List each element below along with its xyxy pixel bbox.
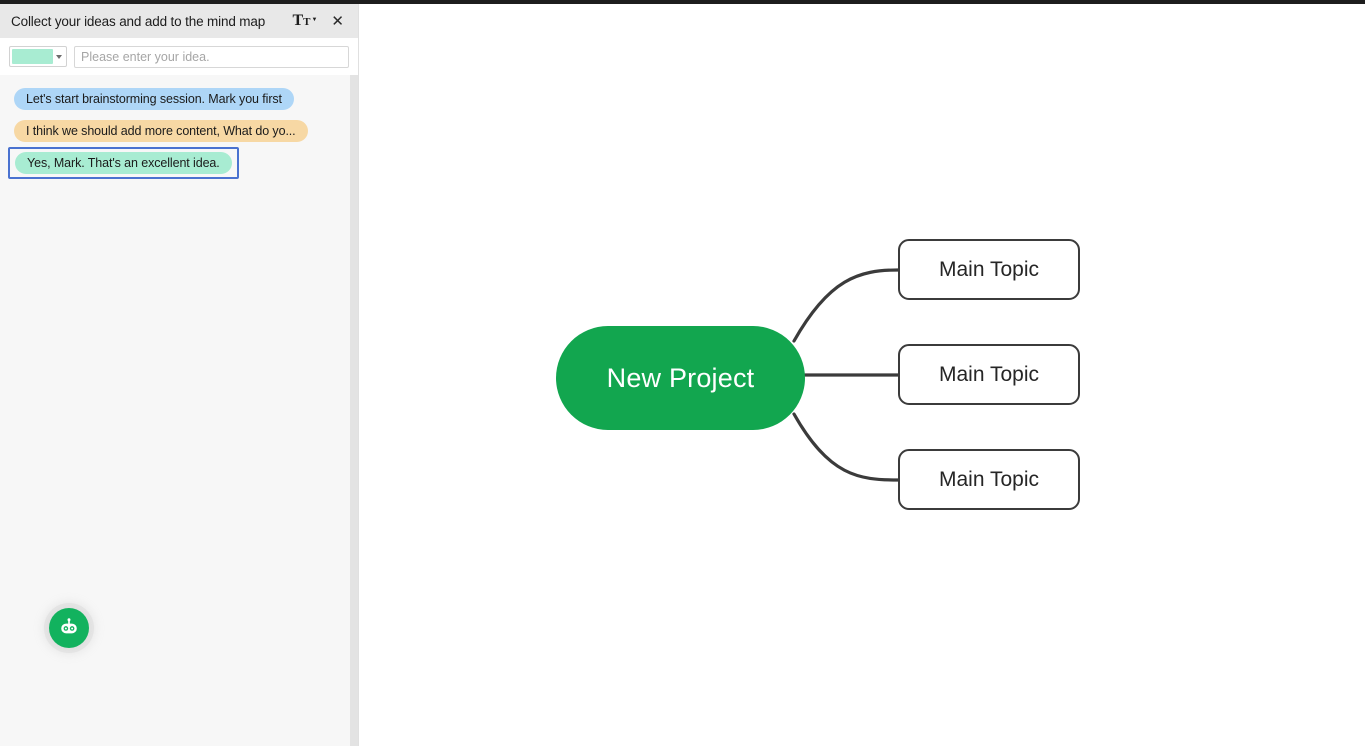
idea-list-item[interactable]: Let's start brainstorming session. Mark … bbox=[0, 83, 350, 115]
idea-chip[interactable]: Let's start brainstorming session. Mark … bbox=[14, 88, 294, 110]
panel-title: Collect your ideas and add to the mind m… bbox=[11, 13, 266, 29]
idea-list-item[interactable]: I think we should add more content, What… bbox=[0, 115, 350, 147]
color-swatch[interactable] bbox=[12, 49, 53, 64]
mindmap-connectors bbox=[792, 268, 900, 482]
ideas-panel: Collect your ideas and add to the mind m… bbox=[0, 4, 358, 746]
ideas-list: Let's start brainstorming session. Mark … bbox=[0, 75, 350, 746]
chevron-down-icon bbox=[56, 54, 62, 59]
close-icon[interactable]: ✕ bbox=[331, 13, 344, 29]
color-picker-dropdown[interactable] bbox=[9, 46, 67, 67]
text-style-big-letter: T bbox=[292, 12, 304, 29]
text-style-icon[interactable]: T T ▼ bbox=[292, 13, 317, 29]
idea-input[interactable] bbox=[74, 45, 349, 68]
idea-selection-outline: Yes, Mark. That's an excellent idea. bbox=[8, 147, 239, 179]
idea-input-row bbox=[0, 38, 358, 75]
panel-scrollbar[interactable] bbox=[350, 75, 358, 746]
panel-header: Collect your ideas and add to the mind m… bbox=[0, 4, 358, 38]
mindmap-canvas[interactable]: New Project Main Topic Main Topic Main T… bbox=[359, 4, 1365, 746]
robot-icon bbox=[61, 618, 77, 634]
text-style-small-letter: T bbox=[303, 16, 311, 28]
chevron-down-icon: ▼ bbox=[311, 17, 318, 23]
panel-header-tools: T T ▼ ✕ bbox=[292, 13, 344, 29]
idea-chip[interactable]: Yes, Mark. That's an excellent idea. bbox=[15, 152, 232, 174]
idea-list-item[interactable]: Yes, Mark. That's an excellent idea. bbox=[0, 147, 350, 179]
mindmap-topic-node[interactable]: Main Topic bbox=[898, 449, 1080, 510]
ai-assistant-button[interactable] bbox=[49, 608, 89, 648]
mindmap-topic-node[interactable]: Main Topic bbox=[898, 344, 1080, 405]
mindmap-topic-node[interactable]: Main Topic bbox=[898, 239, 1080, 300]
mindmap-root-node[interactable]: New Project bbox=[556, 326, 805, 430]
idea-chip[interactable]: I think we should add more content, What… bbox=[14, 120, 308, 142]
